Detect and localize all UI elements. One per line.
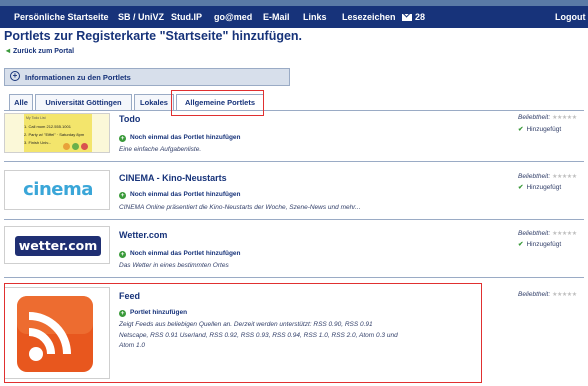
mail-count: 28 [415,12,426,22]
added-label: Hinzugefügt [526,126,562,133]
mail-indicator[interactable]: 28 [402,12,425,22]
portlet-description: Das Wetter in eines bestimmten Ortes [119,262,229,269]
logout-link[interactable]: Logout [555,12,586,22]
plus-icon: + [119,135,126,142]
checkmark-icon: ✔ [518,184,524,191]
portlet-description: CINEMA Online präsentiert die Kino-Neust… [119,204,361,211]
wetter-logo: wetter.com [15,236,101,256]
nav-item-univz[interactable]: SB / UniVZ [118,12,164,22]
portlet-title: Wetter.com [119,230,168,240]
popularity-rating: Beliebtheit: ★★★★★ [518,114,577,121]
nav-item-links[interactable]: Links [303,12,327,22]
mail-icon [402,14,412,21]
back-arrow-icon: ◂ [6,46,11,55]
star-rating-icon: ★★★★★ [552,231,577,237]
popularity-rating: Beliebtheit: ★★★★★ [518,230,577,237]
todo-thumb-num: 3. [24,140,28,145]
add-portlet-again-link[interactable]: + Noch einmal das Portlet hinzufügen [119,191,241,199]
tab-underline [4,110,584,111]
popularity-label: Beliebtheit: [518,230,551,237]
add-portlet-again-link[interactable]: + Noch einmal das Portlet hinzufügen [119,134,241,142]
feed-highlight-frame [4,283,482,383]
popularity-label: Beliebtheit: [518,114,551,121]
star-rating-icon: ★★★★★ [552,115,577,121]
checkmark-icon: ✔ [518,126,524,133]
nav-item-lesezeichen[interactable]: Lesezeichen [342,12,396,22]
add-link-label: Noch einmal das Portlet hinzufügen [130,250,241,257]
nav-item-studip[interactable]: Stud.IP [171,12,202,22]
page-title: Portlets zur Registerkarte "Startseite" … [4,29,303,43]
add-portlet-again-link[interactable]: + Noch einmal das Portlet hinzufügen [119,250,241,258]
wetter-thumbnail: wetter.com [4,226,110,264]
back-link[interactable]: ◂ Zurück zum Portal [6,46,74,55]
tab-lokales[interactable]: Lokales [134,94,174,111]
nav-item-gomed[interactable]: go@med [214,12,252,22]
nav-item-startseite[interactable]: Persönliche Startseite [14,12,109,22]
tab-alle[interactable]: Alle [9,94,33,111]
info-panel-label: Informationen zu den Portlets [25,73,131,82]
added-status: ✔ Hinzugefügt [518,183,561,191]
todo-thumb-line: Finish Univ... [28,140,52,145]
added-label: Hinzugefügt [526,241,562,248]
cinema-thumbnail: cinema [4,170,110,210]
main-navigation: Persönliche Startseite SB / UniVZ Stud.I… [0,6,588,28]
tab-highlight-frame [171,90,264,116]
plus-icon: + [119,192,126,199]
popularity-label: Beliebtheit: [518,173,551,180]
row-separator [4,161,584,162]
portlet-description: Eine einfache Aufgabenliste. [119,146,202,153]
added-status: ✔ Hinzugefügt [518,240,561,248]
todo-thumbnail: My Todo List 1. Call mom 212.555.1001 2.… [4,113,110,153]
cinema-logo: cinema [23,179,93,200]
plus-icon: + [119,251,126,258]
added-label: Hinzugefügt [526,184,562,191]
back-link-label: Zurück zum Portal [13,48,75,55]
star-rating-icon: ★★★★★ [552,174,577,180]
row-separator [4,219,584,220]
star-rating-icon: ★★★★★ [552,292,577,298]
add-link-label: Noch einmal das Portlet hinzufügen [130,191,241,198]
popularity-rating: Beliebtheit: ★★★★★ [518,173,577,180]
todo-thumb-num: 1. [24,124,28,129]
popularity-rating: Beliebtheit: ★★★★★ [518,291,577,298]
added-status: ✔ Hinzugefügt [518,125,561,133]
add-link-label: Noch einmal das Portlet hinzufügen [130,134,241,141]
row-separator [4,277,584,278]
nav-item-email[interactable]: E-Mail [263,12,290,22]
checkmark-icon: ✔ [518,241,524,248]
todo-thumb-num: 2. [24,132,28,137]
popularity-label: Beliebtheit: [518,291,551,298]
tab-universitaet-goettingen[interactable]: Universität Göttingen [35,94,132,111]
portlet-title: CINEMA - Kino-Neustarts [119,173,227,183]
plus-circle-icon: + [10,71,20,81]
todo-thumb-line: Party w/ "Eiffel" · Saturday 8pm [28,132,85,137]
todo-thumb-line: Call mom 212.555.1001 [28,124,71,129]
portlet-title: Todo [119,114,141,124]
info-panel-toggle[interactable]: + Informationen zu den Portlets [4,68,290,86]
todo-thumb-header: My Todo List [26,116,46,120]
